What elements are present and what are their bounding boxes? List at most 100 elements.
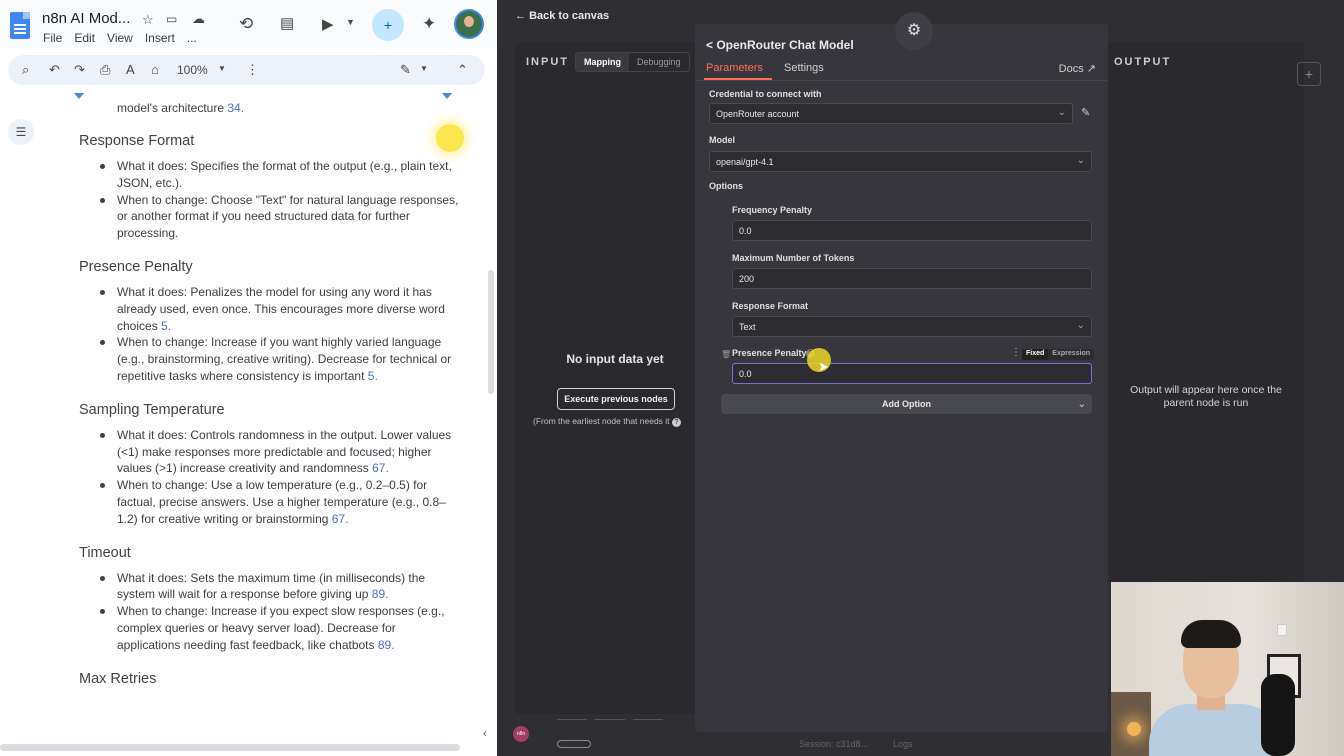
n8n-logo-icon: n8n xyxy=(513,726,529,742)
arrow-left-icon: ← xyxy=(515,10,530,22)
editing-mode-icon[interactable]: ✎ xyxy=(400,62,411,78)
section-heading: Response Format xyxy=(79,133,195,149)
credential-select[interactable]: OpenRouter account ⌄ xyxy=(709,103,1073,124)
horizontal-scrollbar[interactable] xyxy=(0,744,460,751)
mode-expression[interactable]: Expression xyxy=(1048,349,1095,360)
response-format-select[interactable]: Text ⌄ xyxy=(732,316,1092,337)
external-link-icon: ↗ xyxy=(1086,63,1096,75)
comments-icon[interactable]: ▤ xyxy=(280,14,294,32)
list-item: What it does: Penalizes the model for us… xyxy=(79,284,469,334)
menu-file[interactable]: File xyxy=(43,31,62,45)
share-button[interactable]: + xyxy=(372,9,404,41)
wall-switch xyxy=(1277,624,1287,636)
meet-dropdown-icon[interactable]: ▼ xyxy=(346,17,355,27)
add-node-button[interactable]: + xyxy=(1297,62,1321,86)
document-outline-icon[interactable]: ☰ xyxy=(8,119,34,145)
back-to-canvas-link[interactable]: ← Back to canvas xyxy=(515,10,609,22)
ruler-left-indent[interactable] xyxy=(74,93,84,99)
bullet-list: What it does: Penalizes the model for us… xyxy=(79,284,469,385)
ruler-right-indent[interactable] xyxy=(442,93,452,99)
bullet-list: What it does: Specifies the format of th… xyxy=(79,158,469,242)
search-menus-icon[interactable]: ⌕ xyxy=(22,62,29,78)
citation-link[interactable]: 34. xyxy=(227,101,244,115)
webcam-lamp xyxy=(1127,722,1141,736)
logs-link[interactable]: Logs xyxy=(893,739,913,749)
tab-mapping[interactable]: Mapping xyxy=(576,53,629,71)
docs-link[interactable]: Docs ↗ xyxy=(1059,62,1096,75)
tab-debugging[interactable]: Debugging xyxy=(629,53,689,71)
model-select[interactable]: openai/gpt-4.1 ⌄ xyxy=(709,151,1092,172)
mode-fixed[interactable]: Fixed xyxy=(1022,349,1049,360)
more-options-icon[interactable]: ⋮ xyxy=(1011,347,1021,358)
menu-more[interactable]: ... xyxy=(187,31,197,45)
citation-link[interactable]: 89. xyxy=(378,638,395,652)
docs-titlebar: n8n AI Mod... ☆ ▭ ☁ File Edit View Inser… xyxy=(0,0,497,48)
spellcheck-icon[interactable]: A xyxy=(126,62,135,77)
trash-icon[interactable]: 🗑 xyxy=(721,350,731,359)
docs-menu-bar: File Edit View Insert ... xyxy=(43,31,197,45)
list-item: When to change: Choose "Text" for natura… xyxy=(79,192,469,242)
input-panel: INPUT Mapping Debugging No input data ye… xyxy=(515,42,695,714)
credential-label: Credential to connect with xyxy=(709,89,822,99)
list-item: What it does: Controls randomness in the… xyxy=(79,427,469,477)
menu-insert[interactable]: Insert xyxy=(145,31,175,45)
max-tokens-input[interactable]: 200 xyxy=(732,268,1092,289)
no-input-title: No input data yet xyxy=(566,352,664,366)
frequency-penalty-label: Frequency Penalty xyxy=(732,205,813,215)
edit-credential-icon[interactable]: ✎ xyxy=(1081,106,1090,119)
frequency-penalty-input[interactable]: 0.0 xyxy=(732,220,1092,241)
menu-view[interactable]: View xyxy=(107,31,133,45)
citation-link[interactable]: 5. xyxy=(368,369,378,383)
canvas-tab xyxy=(557,716,587,720)
redo-icon[interactable]: ↷ xyxy=(74,62,85,78)
google-docs-window: n8n AI Mod... ☆ ▭ ☁ File Edit View Inser… xyxy=(0,0,497,756)
zoom-dropdown-icon[interactable]: ▼ xyxy=(218,64,226,73)
document-title[interactable]: n8n AI Mod... xyxy=(42,10,130,27)
paint-format-icon[interactable]: ⌂ xyxy=(151,62,159,77)
add-option-button[interactable]: Add Option ⌄ xyxy=(721,394,1092,414)
vertical-scrollbar[interactable] xyxy=(488,270,494,394)
microphone xyxy=(1261,674,1295,756)
version-history-icon[interactable]: ⟲ xyxy=(239,14,253,34)
document-body[interactable]: model's architecture 34. Response Format… xyxy=(79,100,469,696)
docs-logo-icon[interactable] xyxy=(10,12,30,39)
citation-link[interactable]: 67. xyxy=(372,461,389,475)
node-title[interactable]: < OpenRouter Chat Model xyxy=(706,38,854,52)
hide-menus-icon[interactable]: ⌃ xyxy=(457,62,468,78)
citation-link[interactable]: 89. xyxy=(372,587,389,601)
print-icon[interactable]: ⎙ xyxy=(100,62,110,78)
input-panel-label: INPUT xyxy=(526,56,569,68)
help-icon[interactable]: ? xyxy=(671,418,681,427)
robot-icon: ⚙ xyxy=(895,12,933,50)
citation-link[interactable]: 5. xyxy=(161,319,171,333)
section-heading: Timeout xyxy=(79,544,131,561)
meet-icon[interactable]: ▶ xyxy=(322,15,334,33)
presence-penalty-label: Presence Penalty xyxy=(732,348,807,358)
options-label: Options xyxy=(709,181,743,191)
collapse-panel-icon[interactable]: ‹ xyxy=(483,726,487,740)
menu-edit[interactable]: Edit xyxy=(74,31,95,45)
avatar[interactable] xyxy=(454,9,484,39)
chevron-down-icon: ⌄ xyxy=(1077,399,1086,410)
undo-icon[interactable]: ↶ xyxy=(49,62,60,78)
zoom-select[interactable]: 100% xyxy=(177,63,208,77)
editing-mode-dropdown-icon[interactable]: ▼ xyxy=(420,64,428,73)
move-folder-icon[interactable]: ▭ xyxy=(166,12,177,26)
presence-penalty-input[interactable]: 0.0 xyxy=(732,363,1092,384)
canvas-toggle[interactable] xyxy=(557,740,591,748)
execute-previous-nodes-button[interactable]: Execute previous nodes xyxy=(557,388,675,410)
tab-parameters[interactable]: Parameters xyxy=(706,62,763,74)
session-id: Session: c31d8... xyxy=(799,739,869,749)
bullet-list: What it does: Controls randomness in the… xyxy=(79,427,469,528)
star-icon[interactable]: ☆ xyxy=(142,12,154,28)
output-panel: OUTPUT Output will appear here once the … xyxy=(1108,42,1304,582)
list-item: When to change: Increase if you want hig… xyxy=(79,334,469,384)
tab-settings[interactable]: Settings xyxy=(784,62,824,74)
cloud-status-icon[interactable]: ☁ xyxy=(192,11,205,27)
gemini-icon[interactable]: ✦ xyxy=(422,14,436,34)
citation-link[interactable]: 67. xyxy=(332,512,349,526)
input-mode-switch: Mapping Debugging xyxy=(575,52,690,72)
mouse-pointer-icon: ➤ xyxy=(818,359,829,374)
list-item: What it does: Specifies the format of th… xyxy=(79,158,469,192)
more-options-icon[interactable]: ⋮ xyxy=(246,62,259,78)
